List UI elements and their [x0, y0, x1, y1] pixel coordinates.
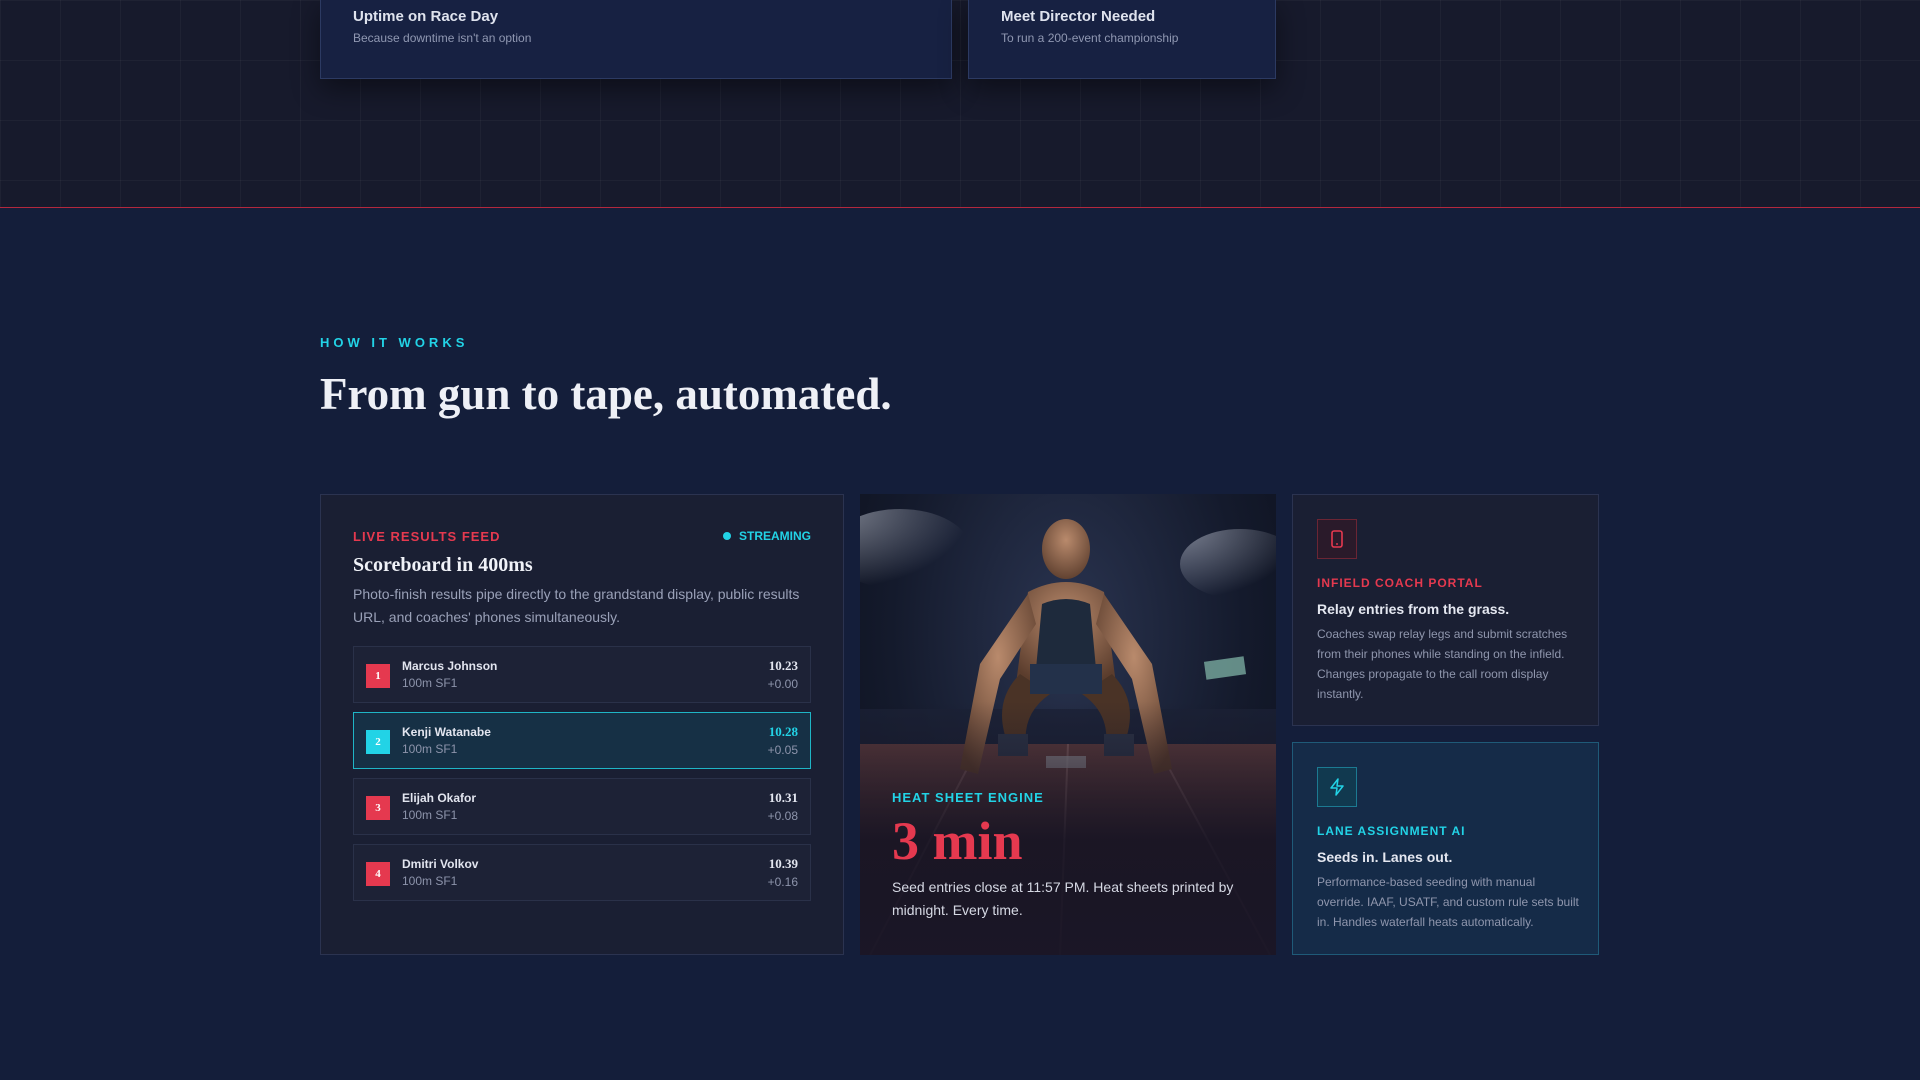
result-delta: +0.08 [767, 809, 798, 823]
live-results-card: LIVE RESULTS FEED STREAMING Scoreboard i… [320, 494, 844, 955]
stat-card-uptime: Uptime on Race Day Because downtime isn'… [320, 0, 952, 79]
event-name: 100m SF1 [402, 874, 458, 888]
athlete-name: Kenji Watanabe [402, 725, 491, 739]
results-kicker: LIVE RESULTS FEED [353, 529, 501, 544]
stat-card-meet-director: Meet Director Needed To run a 200-event … [968, 0, 1276, 79]
rank-badge: 2 [366, 730, 390, 754]
feature-kicker: LANE ASSIGNMENT AI [1317, 824, 1466, 838]
feature-title: Relay entries from the grass. [1317, 601, 1510, 617]
result-delta: +0.00 [767, 677, 798, 691]
event-name: 100m SF1 [402, 676, 458, 690]
stat-subtitle: Because downtime isn't an option [353, 31, 532, 45]
feature-kicker: INFIELD COACH PORTAL [1317, 576, 1483, 590]
event-name: 100m SF1 [402, 808, 458, 822]
stat-title: Uptime on Race Day [353, 8, 499, 25]
feature-title: Seeds in. Lanes out. [1317, 849, 1453, 865]
result-time: 10.31 [768, 790, 798, 805]
event-name: 100m SF1 [402, 742, 458, 756]
stats-band: Uptime on Race Day Because downtime isn'… [0, 0, 1920, 208]
rank-badge: 3 [366, 796, 390, 820]
result-row[interactable]: 1 Marcus Johnson 100m SF1 10.23 +0.00 [353, 646, 811, 703]
heat-sheet-kicker: HEAT SHEET ENGINE [892, 790, 1044, 805]
results-description: Photo-finish results pipe directly to th… [353, 586, 800, 625]
athlete-name: Marcus Johnson [402, 659, 498, 673]
result-row-highlighted[interactable]: 2 Kenji Watanabe 100m SF1 10.28 +0.05 [353, 712, 811, 769]
streaming-badge: STREAMING [723, 529, 811, 543]
athlete-name: Elijah Okafor [402, 791, 477, 805]
heat-sheet-description: Seed entries close at 11:57 PM. Heat she… [892, 879, 1234, 918]
section-eyebrow: HOW IT WORKS [320, 335, 469, 350]
lightning-icon [1317, 767, 1357, 807]
results-title: Scoreboard in 400ms [353, 554, 533, 576]
stat-subtitle: To run a 200-event championship [1001, 31, 1179, 45]
feature-description: Coaches swap relay legs and submit scrat… [1317, 627, 1568, 701]
feature-card-coach-portal: INFIELD COACH PORTAL Relay entries from … [1292, 494, 1599, 726]
result-row[interactable]: 4 Dmitri Volkov 100m SF1 10.39 +0.16 [353, 844, 811, 901]
heat-sheet-card: HEAT SHEET ENGINE 3 min Seed entries clo… [860, 494, 1276, 955]
rank-badge: 4 [366, 862, 390, 886]
feature-description: Performance-based seeding with manual ov… [1317, 875, 1579, 929]
result-time: 10.28 [768, 724, 798, 739]
athlete-name: Dmitri Volkov [402, 857, 479, 871]
result-delta: +0.16 [767, 875, 798, 889]
result-time: 10.23 [768, 658, 798, 673]
results-list: 1 Marcus Johnson 100m SF1 10.23 +0.00 2 … [353, 646, 811, 910]
result-delta: +0.05 [767, 743, 798, 757]
rank-badge: 1 [366, 664, 390, 688]
heat-sheet-stat: 3 min [892, 811, 1023, 871]
live-dot-icon [723, 532, 731, 540]
section-title: From gun to tape, automated. [320, 369, 892, 419]
stat-title: Meet Director Needed [1001, 8, 1156, 25]
phone-icon [1317, 519, 1357, 559]
result-row[interactable]: 3 Elijah Okafor 100m SF1 10.31 +0.08 [353, 778, 811, 835]
feature-card-lane-assignment: LANE ASSIGNMENT AI Seeds in. Lanes out. … [1292, 742, 1599, 955]
streaming-label: STREAMING [739, 529, 811, 543]
result-time: 10.39 [768, 856, 798, 871]
